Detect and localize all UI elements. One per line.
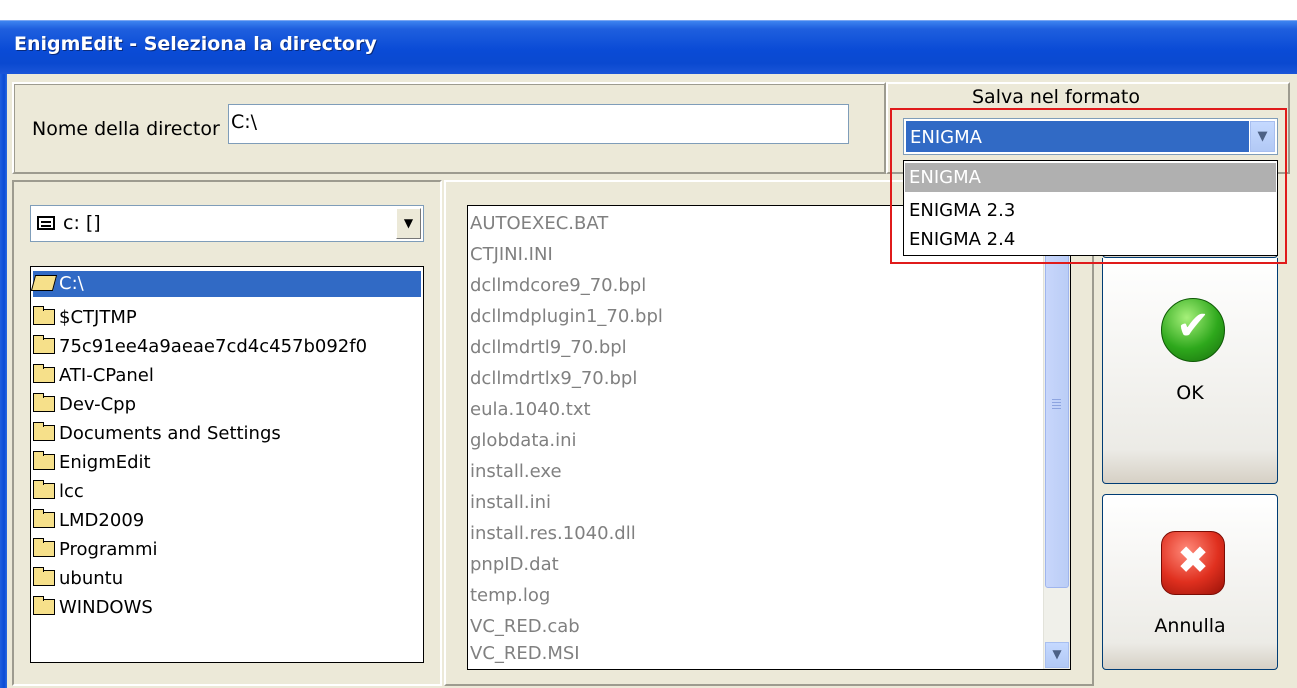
folder-icon xyxy=(33,451,55,470)
folder-label: LMD2009 xyxy=(59,510,145,531)
list-item[interactable]: dcllmdplugin1_70.bpl xyxy=(470,301,663,332)
open-folder-icon xyxy=(30,275,58,291)
list-item[interactable]: install.ini xyxy=(470,487,551,518)
cancel-button[interactable]: ✖ Annulla xyxy=(1102,494,1278,670)
folder-icon xyxy=(33,335,55,354)
cancel-label: Annulla xyxy=(1154,615,1226,637)
folder-label: ATI-CPanel xyxy=(59,365,154,386)
folder-icon xyxy=(33,393,55,412)
background-text: ··· · ··· · · · ·· ·· xyxy=(230,0,372,8)
format-label: Salva nel formato xyxy=(972,86,1140,108)
directory-label: Nome della director xyxy=(32,118,220,140)
list-item[interactable]: CTJINI.INI xyxy=(470,239,553,270)
list-item[interactable]: Programmi xyxy=(33,537,157,563)
list-item[interactable]: ATI-CPanel xyxy=(33,363,154,389)
list-item[interactable]: eula.1040.txt xyxy=(470,394,591,425)
list-item[interactable]: Dev-Cpp xyxy=(33,392,136,418)
list-item[interactable]: temp.log xyxy=(470,580,550,611)
list-item[interactable]: 75c91ee4a9aeae7cd4c457b092f0 xyxy=(33,334,367,360)
drive-icon xyxy=(37,216,55,230)
folder-label: $CTJTMP xyxy=(59,307,137,328)
list-item[interactable]: dcllmdcore9_70.bpl xyxy=(470,270,646,301)
file-list[interactable]: AUTOEXEC.BAT CTJINI.INI dcllmdcore9_70.b… xyxy=(467,205,1071,670)
window-frame xyxy=(0,74,7,688)
scroll-down-arrow-icon[interactable]: ▼ xyxy=(1045,642,1069,668)
folder-label: 75c91ee4a9aeae7cd4c457b092f0 xyxy=(59,336,368,357)
folder-label: ubuntu xyxy=(59,568,124,589)
folder-label: WINDOWS xyxy=(59,597,153,618)
folder-icon xyxy=(33,538,55,557)
ok-label: OK xyxy=(1176,382,1204,404)
list-item[interactable]: globdata.ini xyxy=(470,425,577,456)
highlight-annotation-box xyxy=(890,108,1287,264)
folder-label: EnigmEdit xyxy=(59,452,151,473)
list-item[interactable]: WINDOWS xyxy=(33,595,153,621)
folder-item-current[interactable]: C:\ xyxy=(30,271,421,297)
title-bar[interactable]: EnigmEdit - Seleziona la directory xyxy=(0,20,1297,74)
ok-button[interactable]: ✔ OK xyxy=(1102,258,1278,484)
list-item[interactable]: AUTOEXEC.BAT xyxy=(470,208,608,239)
scrollbar-thumb[interactable] xyxy=(1045,216,1069,588)
chevron-down-icon[interactable]: ▼ xyxy=(396,208,421,239)
list-item[interactable]: $CTJTMP xyxy=(33,305,137,331)
list-item[interactable]: dcllmdrtlx9_70.bpl xyxy=(470,363,637,394)
folder-list[interactable]: C:\ $CTJTMP 75c91ee4a9aeae7cd4c457b092f0… xyxy=(30,266,424,663)
folder-icon xyxy=(33,567,55,586)
window-title: EnigmEdit - Seleziona la directory xyxy=(14,33,377,55)
folder-icon xyxy=(33,364,55,383)
list-item[interactable]: EnigmEdit xyxy=(33,450,151,476)
list-item[interactable]: VC_RED.MSI xyxy=(470,638,580,669)
folder-label: Dev-Cpp xyxy=(59,394,137,415)
folder-icon xyxy=(33,480,55,499)
list-item[interactable]: install.res.1040.dll xyxy=(470,518,636,549)
list-item[interactable]: pnpID.dat xyxy=(470,549,559,580)
folder-label: Documents and Settings xyxy=(59,423,281,444)
list-item[interactable]: ubuntu xyxy=(33,566,123,592)
folder-label: lcc xyxy=(59,481,84,502)
folder-label: Programmi xyxy=(59,539,158,560)
drive-value: c: [] xyxy=(63,212,101,234)
list-item[interactable]: Documents and Settings xyxy=(33,421,281,447)
drive-select[interactable]: c: [] ▼ xyxy=(30,205,424,242)
folder-icon xyxy=(33,306,55,325)
list-item[interactable]: dcllmdrtl9_70.bpl xyxy=(470,332,627,363)
checkmark-icon: ✔ xyxy=(1161,298,1225,362)
folder-label: C:\ xyxy=(59,273,84,294)
close-icon: ✖ xyxy=(1161,531,1225,595)
list-item[interactable]: install.exe xyxy=(470,456,562,487)
folder-icon xyxy=(33,422,55,441)
vertical-scrollbar[interactable]: ▼ xyxy=(1043,206,1070,669)
directory-input[interactable]: C:\ xyxy=(228,104,849,144)
folder-icon xyxy=(33,596,55,615)
folder-icon xyxy=(33,509,55,528)
background-window-strip: ··· · ··· · · · ·· ·· xyxy=(0,0,1297,20)
list-item[interactable]: LMD2009 xyxy=(33,508,144,534)
list-item[interactable]: lcc xyxy=(33,479,84,505)
